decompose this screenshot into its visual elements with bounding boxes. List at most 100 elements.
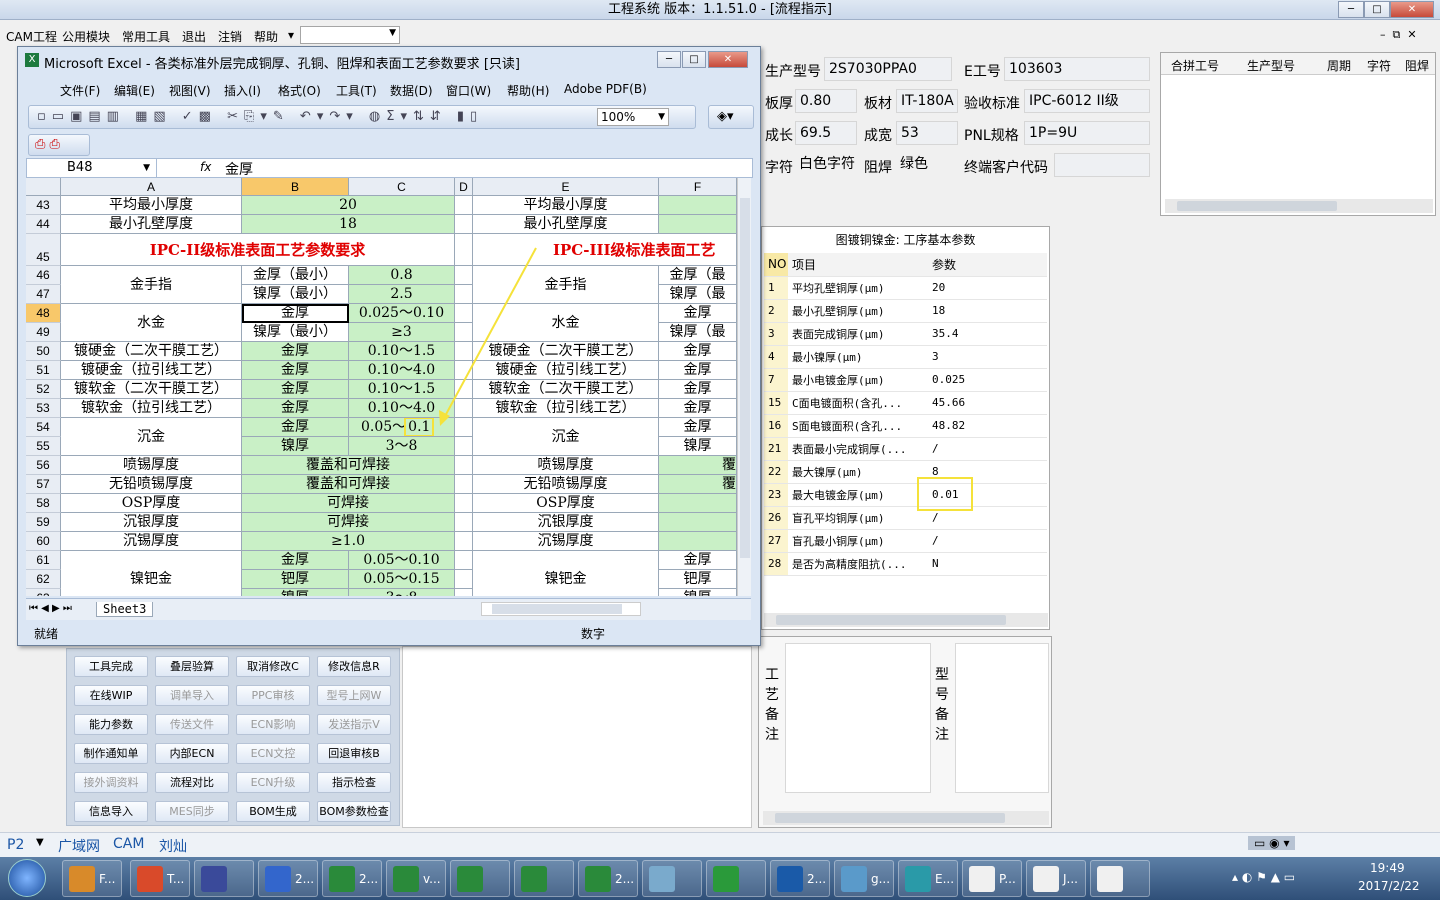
excel-close-button[interactable]: ✕ (708, 51, 748, 68)
menu-logout[interactable]: 注销 (218, 28, 242, 45)
param-cell-val[interactable]: 45.66 (928, 391, 1047, 415)
sheet-cell[interactable]: 金厚 (242, 342, 349, 361)
sheet-cell[interactable]: 镍钯金 (61, 551, 242, 596)
menu-cam[interactable]: CAM工程 (6, 28, 57, 45)
row-header[interactable]: 52 (26, 380, 61, 399)
sheet-cell[interactable]: 喷锡厚度 (473, 456, 659, 475)
sheet-cell[interactable]: 镀软金（拉引线工艺） (61, 399, 242, 418)
sheet-cell[interactable] (455, 215, 473, 234)
action-button[interactable]: 发送指示V (317, 714, 391, 735)
param-cell-item[interactable]: 是否为高精度阻抗(... (788, 552, 928, 576)
table-row[interactable]: 16 S面电镀面积(含孔... 48.82 (764, 414, 1047, 438)
sheet-cell[interactable]: 镍厚 (659, 589, 737, 596)
action-button[interactable]: 接外调资料 (74, 772, 148, 793)
tray-widget[interactable]: ▭ ◉ ▾ (1248, 836, 1296, 850)
param-cell-no[interactable]: 3 (764, 322, 788, 346)
action-button[interactable]: 能力参数 (74, 714, 148, 735)
sheet-cell[interactable]: 平均最小厚度 (473, 196, 659, 215)
param-cell-item[interactable]: 最小电镀金厚(μm) (788, 368, 928, 392)
sheet-cell[interactable] (659, 215, 737, 234)
sheet-cell[interactable] (455, 437, 473, 456)
sheet-cell[interactable]: 镍厚 (242, 437, 349, 456)
sheet-cell[interactable]: 3～8 (349, 589, 455, 596)
sheet-cell[interactable] (455, 285, 473, 304)
param-cell-item[interactable]: C面电镀面积(含孔... (788, 391, 928, 415)
taskbar-item[interactable] (1090, 860, 1150, 897)
row-header[interactable]: 53 (26, 399, 61, 418)
sheet-cell[interactable]: 金手指 (61, 266, 242, 304)
param-cell-val[interactable]: 20 (928, 276, 1047, 300)
sheet-cell[interactable]: 金厚 (659, 361, 737, 380)
sheet-cell[interactable]: IPC-III级标准表面工艺 (473, 234, 737, 266)
row-header[interactable]: 58 (26, 494, 61, 513)
sheet-cell[interactable]: OSP厚度 (473, 494, 659, 513)
taskbar-item[interactable] (706, 860, 766, 897)
row-header[interactable]: 60 (26, 532, 61, 551)
table-row[interactable]: 21 表面最小完成铜厚(... / (764, 437, 1047, 461)
chevron-down-icon[interactable]: ▼ (36, 837, 44, 848)
sheet-cell[interactable]: 沉银厚度 (61, 513, 242, 532)
excel-menu-edit[interactable]: 编辑(E) (114, 82, 155, 99)
param-cell-no[interactable]: 22 (764, 460, 788, 484)
sheet-cell[interactable]: 镍厚（最小） (242, 285, 349, 304)
sheet-cell[interactable]: 镀硬金（二次干膜工艺） (473, 342, 659, 361)
sheet-cell[interactable]: 覆 (659, 475, 737, 494)
scroll-thumb[interactable] (492, 604, 622, 614)
table-row[interactable]: 23 最大电镀金厚(μm) 0.01 (764, 483, 1047, 507)
param-cell-no[interactable]: 4 (764, 345, 788, 369)
pnl-field[interactable]: 1P=9U (1024, 121, 1150, 145)
sheet-cell[interactable]: 20 (242, 196, 455, 215)
table-row[interactable]: 28 是否为高精度阻抗(... N (764, 552, 1047, 576)
sheet-cell[interactable]: 0.025～0.10 (349, 304, 455, 323)
sheet-cell[interactable]: 镍钯金 (473, 551, 659, 596)
merge-col-char[interactable]: 字符 (1367, 57, 1391, 74)
sheet-cell[interactable]: 0.05～0.10 (349, 551, 455, 570)
excel-menu-view[interactable]: 视图(V) (169, 82, 211, 99)
material-field[interactable]: IT-180A (896, 89, 958, 113)
sheet-cell[interactable]: 镍厚（最 (659, 285, 737, 304)
param-cell-item[interactable]: 最大镍厚(μm) (788, 460, 928, 484)
column-header[interactable]: C (349, 178, 455, 196)
param-cell-no[interactable]: 7 (764, 368, 788, 392)
sheet-cell[interactable] (455, 532, 473, 551)
sheet-cell[interactable]: 可焊接 (242, 494, 455, 513)
action-button[interactable]: ECN文控 (236, 743, 310, 764)
sheet-cell[interactable]: 0.10～1.5 (349, 342, 455, 361)
eno-field[interactable]: 103603 (1004, 57, 1150, 81)
pdf-toolbar[interactable]: ⎙ ⎙ (28, 134, 90, 156)
sheet-cell[interactable] (455, 456, 473, 475)
sheet-cell[interactable]: 金厚 (242, 380, 349, 399)
table-row[interactable]: 7 最小电镀金厚(μm) 0.025 (764, 368, 1047, 392)
excel-hscroll[interactable] (481, 602, 641, 616)
sheet-cell[interactable]: 0.10～4.0 (349, 399, 455, 418)
param-cell-item[interactable]: 最小孔壁铜厚(μm) (788, 299, 928, 323)
sheet-nav-arrows[interactable]: ⏮ ◀ ▶ ⏭ (29, 603, 72, 614)
sheet-cell[interactable]: 金厚 (242, 418, 349, 437)
action-button[interactable]: 修改信息R (317, 656, 391, 677)
finish-field[interactable]: 53 (896, 121, 958, 145)
action-button[interactable]: 指示检查 (317, 772, 391, 793)
menu-help-arrow[interactable]: ▾ (288, 28, 294, 42)
process-note-textarea[interactable] (785, 643, 931, 793)
merge-hscroll[interactable] (1165, 199, 1433, 213)
sheet-cell[interactable]: 金厚（最小） (242, 266, 349, 285)
action-button[interactable]: PPC审核 (236, 685, 310, 706)
excel-menu-format[interactable]: 格式(O) (278, 82, 321, 99)
sheet-cell[interactable]: 覆 (659, 456, 737, 475)
excel-menu-window[interactable]: 窗口(W) (446, 82, 491, 99)
sheet-cell[interactable]: OSP厚度 (61, 494, 242, 513)
sheet-cell[interactable]: IPC-II级标准表面工艺参数要求 (61, 234, 455, 266)
excel-menu-data[interactable]: 数据(D) (390, 82, 433, 99)
action-button[interactable]: BOM参数检查 (317, 801, 391, 822)
sheet-cell[interactable]: 3～8 (349, 437, 455, 456)
sheet-cell[interactable]: 金厚（最 (659, 266, 737, 285)
row-header[interactable]: 47 (26, 285, 61, 304)
sheet-cell[interactable]: 金手指 (473, 266, 659, 304)
param-col-item[interactable]: 项目 (788, 253, 928, 277)
excel-menu-insert[interactable]: 插入(I) (224, 82, 261, 99)
sheet-cell[interactable]: 0.10～1.5 (349, 380, 455, 399)
sheet-cell[interactable]: 最小孔壁厚度 (61, 215, 242, 234)
row-header[interactable]: 63 (26, 589, 61, 596)
sheet-cell[interactable]: 喷锡厚度 (61, 456, 242, 475)
taskbar-item[interactable]: v... (386, 860, 446, 897)
